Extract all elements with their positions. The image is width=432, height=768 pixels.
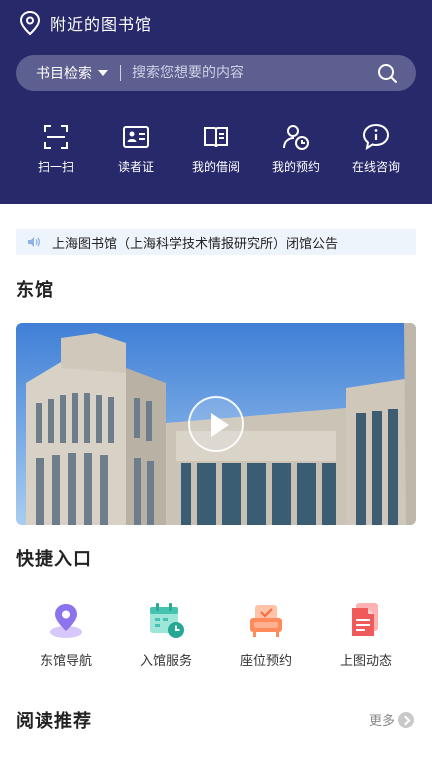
reader-card-icon <box>123 126 149 148</box>
header: 附近的图书馆 书目检索 扫一扫 <box>0 0 432 204</box>
quick-action-my-reservation[interactable]: 我的预约 <box>256 122 336 175</box>
location-pin-icon <box>19 10 41 36</box>
user-clock-icon <box>283 125 309 150</box>
nearby-library-label: 附近的图书馆 <box>50 15 153 34</box>
quick-action-scan[interactable]: 扫一扫 <box>16 122 96 175</box>
quick-entry-navigation[interactable]: 东馆导航 <box>21 600 111 669</box>
branch-title: 东馆 <box>16 280 54 301</box>
branch-video[interactable] <box>16 323 416 525</box>
quick-entry-title: 快捷入口 <box>16 549 92 570</box>
quick-action-label: 我的借阅 <box>191 160 240 174</box>
chat-info-icon <box>362 123 390 151</box>
play-icon <box>211 413 229 437</box>
quick-entry-label: 入馆服务 <box>139 654 192 669</box>
play-button[interactable] <box>188 396 244 452</box>
chevron-right-icon <box>398 711 414 728</box>
recommend-more-link[interactable]: 更多 <box>369 710 414 729</box>
quick-entry-news[interactable]: 上图动态 <box>321 600 411 669</box>
quick-entry-admission[interactable]: 入馆服务 <box>121 600 211 669</box>
quick-action-my-borrowing[interactable]: 我的借阅 <box>176 122 256 175</box>
speaker-icon <box>28 237 40 247</box>
map-pin-icon <box>50 604 82 638</box>
recommend-title: 阅读推荐 <box>16 711 92 732</box>
quick-action-online-consult[interactable]: 在线咨询 <box>336 122 416 175</box>
quick-action-label: 在线咨询 <box>351 160 400 174</box>
notice-text: 上海图书馆（上海科学技术情报研究所）闭馆公告 <box>52 236 339 252</box>
book-icon <box>204 127 228 148</box>
quick-entry-label: 上图动态 <box>339 654 392 669</box>
quick-actions: 扫一扫 读者证 我的借阅 我的预约 在线咨询 <box>0 122 432 176</box>
search-category-dropdown[interactable]: 书目检索 <box>36 63 108 83</box>
quick-entry-label: 座位预约 <box>239 654 292 669</box>
nearby-library-link[interactable]: 附近的图书馆 <box>18 9 152 37</box>
library-home-page: 附近的图书馆 书目检索 扫一扫 <box>0 0 432 768</box>
search-divider <box>120 65 121 81</box>
more-label: 更多 <box>368 714 395 729</box>
quick-entry-grid: 东馆导航 入馆服务 座位预约 上图动态 <box>0 600 432 672</box>
quick-entry-seat-reservation[interactable]: 座位预约 <box>221 600 311 669</box>
caret-down-icon <box>98 70 108 76</box>
quick-entry-label: 东馆导航 <box>39 654 92 669</box>
search-category-label: 书目检索 <box>36 66 92 82</box>
seat-icon <box>250 605 282 637</box>
search-input[interactable] <box>132 65 376 81</box>
search-bar: 书目检索 <box>16 55 416 91</box>
notice-banner[interactable]: 上海图书馆（上海科学技术情报研究所）闭馆公告 <box>16 229 416 255</box>
quick-action-label: 扫一扫 <box>37 160 74 174</box>
scan-icon <box>44 125 68 149</box>
search-icon[interactable] <box>376 62 398 84</box>
calendar-clock-icon <box>150 603 184 638</box>
quick-action-label: 我的预约 <box>271 160 320 174</box>
quick-action-label: 读者证 <box>117 160 154 174</box>
document-icon <box>352 603 378 636</box>
quick-action-reader-card[interactable]: 读者证 <box>96 122 176 175</box>
